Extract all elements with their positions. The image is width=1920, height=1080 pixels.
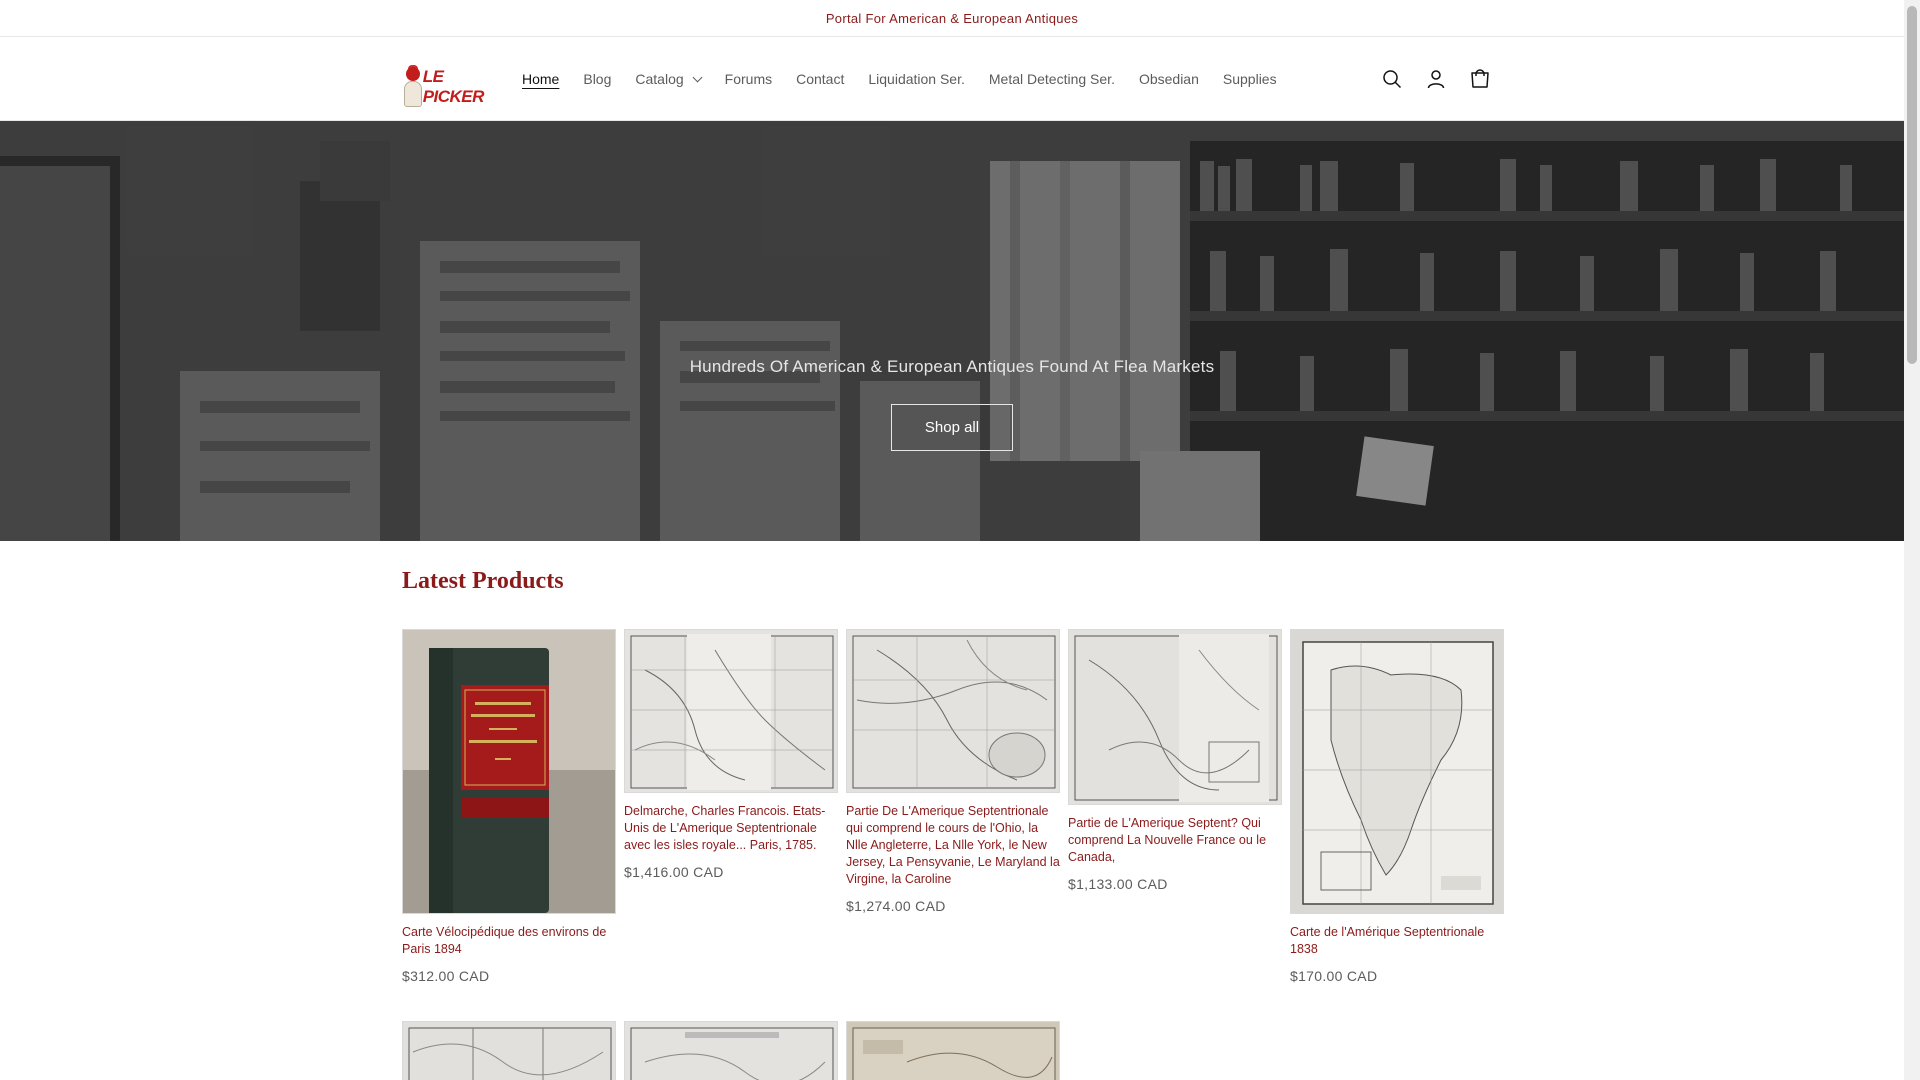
product-card[interactable]: [624, 1021, 838, 1080]
product-image: [624, 1021, 838, 1080]
nav-obsedian[interactable]: Obsedian: [1139, 71, 1199, 87]
nav-liquidation[interactable]: Liquidation Ser.: [868, 71, 965, 87]
section-title: Latest Products: [402, 568, 564, 594]
header-icons: [1370, 37, 1502, 121]
product-title[interactable]: Carte de l'Amérique Septentrionale 1838: [1290, 924, 1504, 958]
product-title[interactable]: Partie De L'Amerique Septentrionale qui …: [846, 803, 1060, 888]
scrollbar-thumb[interactable]: [1907, 6, 1917, 364]
product-card[interactable]: [402, 1021, 616, 1080]
nav-catalog-label: Catalog: [635, 71, 684, 87]
product-card[interactable]: Partie de L'Amerique Septent? Qui compre…: [1068, 629, 1282, 892]
product-title[interactable]: Partie de L'Amerique Septent? Qui compre…: [1068, 815, 1282, 866]
chevron-down-icon: [692, 72, 703, 82]
nav-supplies[interactable]: Supplies: [1223, 71, 1277, 87]
product-image: [1068, 629, 1282, 805]
announcement-bar: Portal For American & European Antiques: [0, 0, 1904, 37]
logo[interactable]: LE PICKER: [402, 64, 492, 110]
product-card[interactable]: Delmarche, Charles Francois. Etats-Unis …: [624, 629, 838, 880]
product-image: [402, 629, 616, 914]
product-card[interactable]: Carte Vélocipédique des environs de Pari…: [402, 629, 616, 984]
nav-catalog[interactable]: Catalog: [635, 71, 703, 87]
product-card[interactable]: Partie De L'Amerique Septentrionale qui …: [846, 629, 1060, 914]
product-price: $1,416.00 CAD: [624, 864, 724, 880]
shop-all-button[interactable]: Shop all: [891, 404, 1013, 451]
product-image: [846, 1021, 1060, 1080]
hero-overlay: [0, 121, 1904, 541]
product-card[interactable]: [846, 1021, 1060, 1080]
account-icon[interactable]: [1414, 57, 1458, 101]
announcement-text: Portal For American & European Antiques: [825, 10, 1079, 26]
product-price: $1,133.00 CAD: [1068, 876, 1168, 892]
nav-blog[interactable]: Blog: [583, 71, 611, 87]
page-scrollbar[interactable]: [1904, 0, 1920, 1080]
product-image: [1290, 629, 1504, 914]
site-header: LE PICKER Home Blog Catalog Forums Conta…: [0, 37, 1904, 121]
product-image: [846, 629, 1060, 793]
main-nav: Home Blog Catalog Forums Contact Liquida…: [522, 37, 1301, 121]
product-card[interactable]: Carte de l'Amérique Septentrionale 1838 …: [1290, 629, 1504, 984]
hero-headline: Hundreds Of American & European Antiques…: [689, 357, 1215, 376]
nav-home[interactable]: Home: [522, 71, 559, 87]
nav-contact[interactable]: Contact: [796, 71, 844, 87]
hero-banner: Hundreds Of American & European Antiques…: [0, 121, 1904, 541]
logo-text: LE PICKER: [422, 67, 485, 106]
cart-icon[interactable]: [1458, 57, 1502, 101]
product-image: [402, 1021, 616, 1080]
product-title[interactable]: Delmarche, Charles Francois. Etats-Unis …: [624, 803, 838, 854]
product-price: $170.00 CAD: [1290, 968, 1378, 984]
nav-forums[interactable]: Forums: [725, 71, 772, 87]
product-image: [624, 629, 838, 793]
nav-metal-detecting[interactable]: Metal Detecting Ser.: [989, 71, 1115, 87]
product-title[interactable]: Carte Vélocipédique des environs de Pari…: [402, 924, 616, 958]
product-price: $312.00 CAD: [402, 968, 490, 984]
product-price: $1,274.00 CAD: [846, 898, 946, 914]
search-icon[interactable]: [1370, 57, 1414, 101]
rooster-logo-icon: [402, 65, 422, 109]
